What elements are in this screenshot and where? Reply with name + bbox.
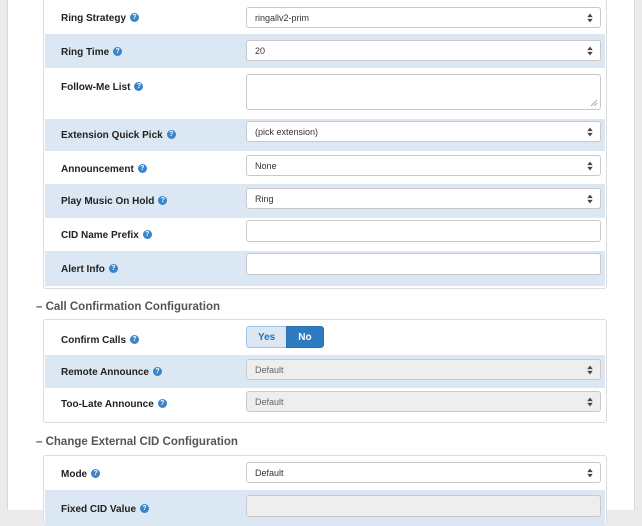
music-on-hold-row: Play Music On Hold? Ring [45,184,605,218]
call-confirmation-panel: Confirm Calls? Yes No Remote Announce? D… [43,319,607,423]
call-confirmation-heading[interactable]: – Call Confirmation Configuration [36,301,220,313]
ring-strategy-select[interactable]: ringallv2-prim [246,7,601,28]
confirm-calls-label: Confirm Calls? [61,334,140,346]
fixed-cid-row: Fixed CID Value? [45,490,605,526]
remote-announce-value: Default [255,365,284,375]
cid-name-prefix-label: CID Name Prefix? [61,229,152,241]
cid-name-prefix-row: CID Name Prefix? [45,218,605,251]
ring-time-value: 20 [255,46,266,56]
question-circle-icon[interactable]: ? [91,468,101,478]
ring-time-label: Ring Time? [61,46,123,58]
alert-info-row: Alert Info? [45,251,605,286]
alert-info-label: Alert Info? [61,263,118,275]
ring-strategy-row: Ring Strategy? ringallv2-prim [45,1,605,34]
followme-list-textarea[interactable] [246,74,601,110]
question-circle-icon[interactable]: ? [152,366,162,376]
music-on-hold-select[interactable]: Ring [246,188,601,209]
question-circle-icon[interactable]: ? [158,195,168,205]
select-arrows-icon [587,468,593,477]
question-circle-icon[interactable]: ? [157,398,167,408]
cid-name-prefix-input[interactable] [246,220,601,242]
confirm-calls-toggle[interactable]: Yes No [246,326,324,348]
select-arrows-icon [587,161,593,170]
ring-strategy-label: Ring Strategy? [61,12,140,24]
question-circle-icon[interactable]: ? [142,229,152,239]
select-arrows-icon [587,397,593,406]
confirm-calls-yes-button[interactable]: Yes [246,326,287,348]
mode-label: Mode? [61,468,101,480]
followme-panel: Ring Strategy? ringallv2-prim Ring Time?… [43,0,607,289]
confirm-calls-no-button[interactable]: No [286,326,324,348]
resize-grip-icon[interactable] [591,100,597,106]
remote-announce-select[interactable]: Default [246,359,601,380]
ring-strategy-value: ringallv2-prim [255,13,310,23]
announcement-select[interactable]: None [246,155,601,176]
question-circle-icon[interactable]: ? [130,334,140,344]
music-on-hold-label: Play Music On Hold? [61,195,168,207]
followme-list-row: Follow-Me List? [45,68,605,119]
announcement-label: Announcement? [61,163,147,175]
too-late-announce-label: Too-Late Announce? [61,398,167,410]
ring-time-select[interactable]: 20 [246,40,601,61]
too-late-announce-value: Default [255,397,284,407]
extension-quick-pick-label: Extension Quick Pick? [61,129,176,141]
question-circle-icon[interactable]: ? [166,129,176,139]
followme-list-label: Follow-Me List? [61,81,144,93]
select-arrows-icon [587,13,593,22]
confirm-calls-row: Confirm Calls? Yes No [45,320,605,355]
too-late-announce-row: Too-Late Announce? Default [45,388,605,422]
alert-info-input[interactable] [246,253,601,275]
external-cid-heading[interactable]: – Change External CID Configuration [36,436,238,448]
fixed-cid-input[interactable] [246,495,601,517]
mode-select[interactable]: Default [246,462,601,483]
question-circle-icon[interactable]: ? [113,46,123,56]
music-on-hold-value: Ring [255,194,274,204]
question-circle-icon[interactable]: ? [137,163,147,173]
too-late-announce-select[interactable]: Default [246,391,601,412]
page-container: Ring Strategy? ringallv2-prim Ring Time?… [7,0,635,526]
question-circle-icon[interactable]: ? [130,12,140,22]
announcement-value: None [255,161,277,171]
question-circle-icon[interactable]: ? [140,503,150,513]
extension-quick-pick-row: Extension Quick Pick? (pick extension) [45,119,605,151]
ring-time-row: Ring Time? 20 [45,34,605,68]
select-arrows-icon [587,365,593,374]
remote-announce-label: Remote Announce? [61,366,162,378]
select-arrows-icon [587,127,593,136]
external-cid-panel: Mode? Default Fixed CID Value? [43,455,607,526]
select-arrows-icon [587,194,593,203]
select-arrows-icon [587,46,593,55]
mode-row: Mode? Default [45,456,605,490]
announcement-row: Announcement? None [45,151,605,184]
question-circle-icon[interactable]: ? [108,263,118,273]
question-circle-icon[interactable]: ? [134,81,144,91]
remote-announce-row: Remote Announce? Default [45,355,605,388]
mode-value: Default [255,468,284,478]
extension-quick-pick-value: (pick extension) [255,127,319,137]
extension-quick-pick-select[interactable]: (pick extension) [246,121,601,142]
